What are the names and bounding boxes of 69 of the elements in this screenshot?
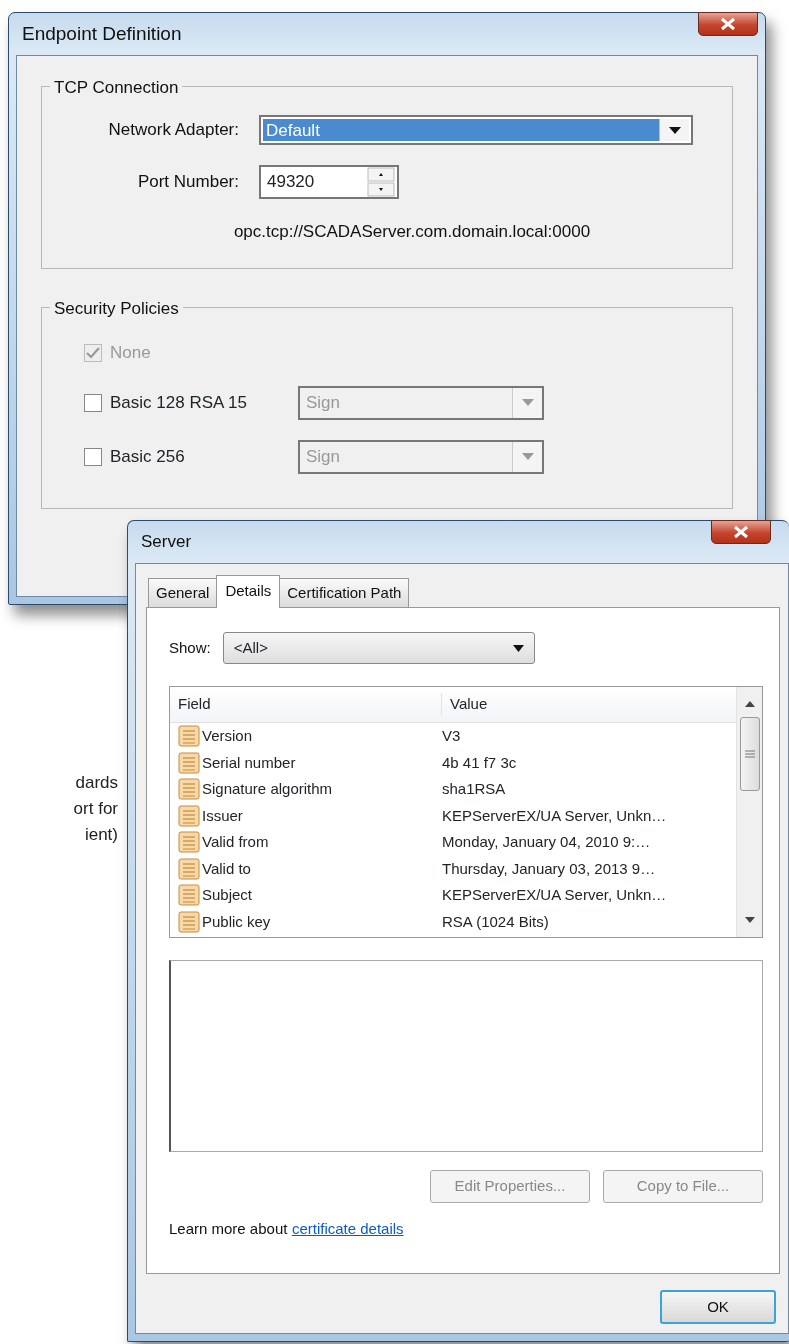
field-name: Valid from [202,832,269,852]
field-value: RSA (1024 Bits) [442,911,550,932]
list-row[interactable]: Issuer KEPServerEX/UA Server, Unkn… [170,802,736,829]
dropdown-arrow-icon [512,644,524,652]
tab[interactable]: General [148,577,218,607]
field-name: Version [202,726,253,746]
field-label: Show: [169,637,211,658]
endpoint-url: opc.tcp://SCADAServer.com.domain.local:0000 [233,222,591,241]
field-label: Port Number: [136,171,239,194]
list-row[interactable]: Valid to Thursday, January 03, 2013 9… [170,855,736,882]
show-dropdown[interactable]: <All> [222,632,535,664]
field-name: Public key [202,911,271,932]
spin-up-icon [367,167,395,182]
field-value: Monday, January 04, 2010 9:… [442,832,652,852]
column-header[interactable]: Field [170,693,442,716]
field-label: Network Adapter: [107,119,239,142]
field-value: KEPServerEX/UA Server, Unkn… [442,805,668,826]
background-text: ient) [83,824,118,846]
list-row[interactable]: Serial number 4b 41 f7 3c [170,749,736,776]
dropdown-arrow-icon [521,399,534,406]
tab[interactable]: Certification Path [279,577,410,607]
close-button[interactable] [698,12,758,36]
field-value: sha1RSA [442,779,507,799]
field-name: Serial number [202,752,296,773]
scroll-up-icon [744,701,755,707]
spin-down-icon [367,182,395,197]
list-row[interactable]: Signature algorithm sha1RSA [170,776,736,803]
certificate-field-icon [178,751,200,774]
certificate-field-icon [178,831,200,854]
field-value: Thursday, January 03, 2013 9… [442,858,657,879]
scrollbar[interactable] [736,687,762,937]
policy-checkbox[interactable]: Basic 128 RSA 15 [84,389,298,416]
close-icon [732,525,750,539]
field-value: 4b 41 f7 3c [442,752,518,773]
background-text: dards [74,772,118,794]
background-text: ort for [72,798,118,820]
certificate-field-icon [178,884,200,907]
field-name: Valid to [202,858,251,879]
list-row[interactable]: Public key RSA (1024 Bits) [170,908,736,935]
certificate-field-icon [178,910,200,933]
field-name: Issuer [202,805,243,826]
scroll-down-icon [744,917,755,923]
tab[interactable]: Details [216,574,281,608]
list-row[interactable]: Version V3 [170,723,736,750]
close-icon [719,17,737,31]
window-title: Server [140,531,192,554]
checkmark-icon [86,346,100,359]
close-button[interactable] [711,520,771,544]
network-adapter-dropdown[interactable]: Default [259,115,693,145]
field-value: V3 [442,726,462,746]
ok-button[interactable]: OK [660,1290,776,1324]
policy-checkbox[interactable]: Basic 256 [84,443,298,470]
field-name: Signature algorithm [202,779,333,799]
dropdown-arrow-icon [521,453,534,460]
port-number-spinner[interactable]: 49320 [259,165,399,199]
list-row[interactable]: Subject KEPServerEX/UA Server, Unkn… [170,882,736,909]
certificate-field-icon [178,804,200,827]
learn-more-text: Learn more about [169,1220,288,1237]
scroll-thumb[interactable] [739,717,760,791]
list-row[interactable]: Valid from Monday, January 04, 2010 9:… [170,829,736,856]
field-name: Subject [202,885,253,905]
column-header[interactable]: Value [442,693,736,716]
window-title: Endpoint Definition [21,21,182,46]
dropdown-arrow-icon [668,126,681,134]
certificate-field-icon [178,857,200,880]
certificate-details-link[interactable]: certificate details [291,1220,404,1237]
certificate-field-icon [178,725,200,748]
field-value: KEPServerEX/UA Server, Unkn… [442,885,668,905]
certificate-field-icon [178,778,200,801]
